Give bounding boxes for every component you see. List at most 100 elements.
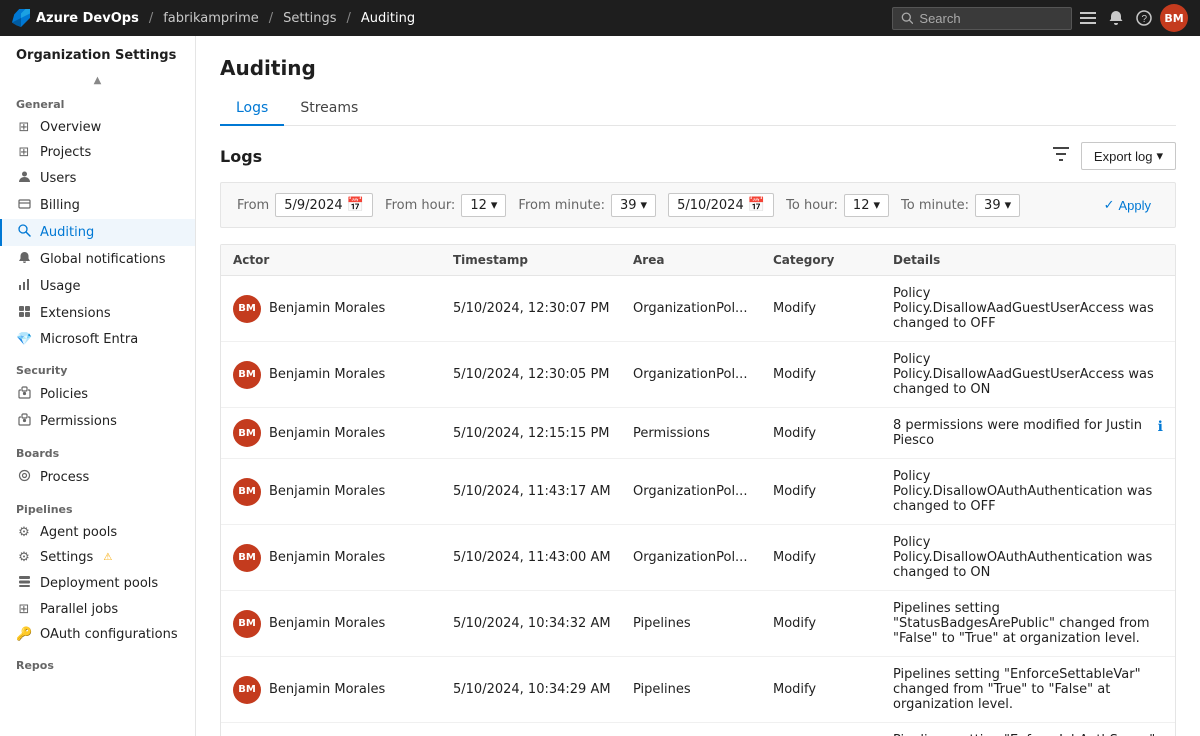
- to-date-value: 5/10/2024: [677, 198, 744, 213]
- export-chevron-icon: ▾: [1156, 148, 1163, 164]
- to-hour-label: To hour:: [786, 198, 838, 213]
- oauth-configurations-icon: 🔑: [16, 627, 32, 642]
- sidebar-item-process[interactable]: Process: [0, 464, 195, 491]
- to-minute-picker[interactable]: 39 ▾: [975, 194, 1020, 217]
- actor-name: Benjamin Morales: [269, 484, 385, 499]
- sidebar-item-policies[interactable]: Policies: [0, 381, 195, 408]
- sidebar-section-boards: Boards Process: [0, 439, 195, 491]
- actor-cell: BM Benjamin Morales: [233, 676, 453, 704]
- th-actor: Actor: [233, 253, 453, 267]
- avatar: BM: [233, 295, 261, 323]
- topbar-sep1: /: [147, 11, 155, 26]
- sidebar-item-parallel-jobs[interactable]: ⊞ Parallel jobs: [0, 597, 195, 622]
- sidebar-item-label: Overview: [40, 120, 101, 135]
- table-row: BM Benjamin Morales 5/10/2024, 12:30:05 …: [221, 342, 1175, 408]
- sidebar-item-billing[interactable]: Billing: [0, 192, 195, 219]
- sidebar-item-label: Process: [40, 470, 89, 485]
- sidebar-item-oauth-configurations[interactable]: 🔑 OAuth configurations: [0, 622, 195, 647]
- sidebar-section-pipelines: Pipelines ⚙ Agent pools ⚙ Settings ⚠ Dep…: [0, 495, 195, 647]
- sidebar-section-general: General ⊞ Overview ⊞ Projects Users Bill…: [0, 90, 195, 352]
- avatar: BM: [233, 676, 261, 704]
- sidebar-item-settings[interactable]: ⚙ Settings ⚠: [0, 545, 195, 570]
- table-row: BM Benjamin Morales 5/10/2024, 10:34:32 …: [221, 591, 1175, 657]
- sidebar-item-label: Auditing: [40, 225, 94, 240]
- category-cell: Modify: [773, 301, 893, 316]
- from-hour-picker[interactable]: 12 ▾: [461, 194, 506, 217]
- main-header: Auditing Logs Streams: [196, 36, 1200, 126]
- th-timestamp: Timestamp: [453, 253, 633, 267]
- logs-header: Logs Export log ▾: [220, 142, 1176, 170]
- help-button[interactable]: ?: [1132, 6, 1156, 30]
- table-body: BM Benjamin Morales 5/10/2024, 12:30:07 …: [221, 276, 1175, 736]
- sidebar-item-label: Deployment pools: [40, 576, 158, 591]
- tab-streams[interactable]: Streams: [284, 92, 374, 126]
- apply-checkmark: ✓: [1104, 197, 1115, 213]
- filter-button[interactable]: [1049, 143, 1073, 170]
- sidebar-item-auditing[interactable]: Auditing: [0, 219, 195, 246]
- search-input[interactable]: [919, 11, 1063, 26]
- azure-devops-logo[interactable]: Azure DevOps: [12, 9, 139, 27]
- from-hour-label: From hour:: [385, 198, 455, 213]
- from-hour-chevron: ▾: [491, 198, 498, 213]
- sidebar-item-projects[interactable]: ⊞ Projects: [0, 140, 195, 165]
- category-cell: Modify: [773, 550, 893, 565]
- list-view-button[interactable]: [1076, 6, 1100, 30]
- sidebar-item-label: Parallel jobs: [40, 602, 118, 617]
- sidebar-item-label: Global notifications: [40, 252, 165, 267]
- sidebar-item-label: Usage: [40, 279, 81, 294]
- from-minute-picker[interactable]: 39 ▾: [611, 194, 656, 217]
- to-date-picker[interactable]: 5/10/2024 📅: [668, 193, 774, 217]
- sidebar-item-agent-pools[interactable]: ⚙ Agent pools: [0, 520, 195, 545]
- area-cell: OrganizationPol...: [633, 301, 773, 316]
- avatar: BM: [233, 544, 261, 572]
- avatar: BM: [233, 478, 261, 506]
- to-hour-picker[interactable]: 12 ▾: [844, 194, 889, 217]
- to-hour-value: 12: [853, 198, 870, 213]
- avatar[interactable]: BM: [1160, 4, 1188, 32]
- table-row: BM Benjamin Morales 5/10/2024, 10:34:28 …: [221, 723, 1175, 736]
- details-text: Policy Policy.DisallowOAuthAuthenticatio…: [893, 535, 1163, 580]
- sidebar-item-users[interactable]: Users: [0, 165, 195, 192]
- filter-to-minute-group: To minute: 39 ▾: [901, 194, 1020, 217]
- actor-name: Benjamin Morales: [269, 682, 385, 697]
- info-icon[interactable]: ℹ: [1158, 419, 1163, 435]
- to-calendar-icon[interactable]: 📅: [748, 197, 765, 213]
- timestamp-cell: 5/10/2024, 11:43:00 AM: [453, 550, 633, 565]
- export-log-button[interactable]: Export log ▾: [1081, 142, 1176, 170]
- sidebar-item-deployment-pools[interactable]: Deployment pools: [0, 570, 195, 597]
- sidebar-item-permissions[interactable]: Permissions: [0, 408, 195, 435]
- th-area: Area: [633, 253, 773, 267]
- sidebar-section-label-boards: Boards: [0, 439, 195, 464]
- sidebar-item-global-notifications[interactable]: Global notifications: [0, 246, 195, 273]
- permissions-icon: [16, 413, 32, 430]
- details-text: Policy Policy.DisallowAadGuestUserAccess…: [893, 352, 1163, 397]
- topbar-org[interactable]: fabrikamprime: [163, 11, 259, 26]
- filter-to-hour-group: To hour: 12 ▾: [786, 194, 889, 217]
- apply-button[interactable]: ✓ Apply: [1096, 193, 1159, 217]
- sidebar-item-usage[interactable]: Usage: [0, 273, 195, 300]
- from-hour-value: 12: [470, 198, 487, 213]
- topbar-settings-link[interactable]: Settings: [283, 11, 336, 26]
- category-cell: Modify: [773, 616, 893, 631]
- overview-icon: ⊞: [16, 120, 32, 135]
- sidebar-item-overview[interactable]: ⊞ Overview: [0, 115, 195, 140]
- timestamp-cell: 5/10/2024, 12:30:07 PM: [453, 301, 633, 316]
- area-cell: OrganizationPol...: [633, 367, 773, 382]
- from-calendar-icon[interactable]: 📅: [347, 197, 364, 213]
- filter-bar: From 5/9/2024 📅 From hour: 12 ▾ From min…: [220, 182, 1176, 228]
- tab-logs[interactable]: Logs: [220, 92, 284, 126]
- billing-icon: [16, 197, 32, 214]
- from-date-picker[interactable]: 5/9/2024 📅: [275, 193, 373, 217]
- area-cell: Permissions: [633, 426, 773, 441]
- search-box[interactable]: [892, 7, 1072, 30]
- logs-actions: Export log ▾: [1049, 142, 1176, 170]
- actor-cell: BM Benjamin Morales: [233, 544, 453, 572]
- settings-warning-icon: ⚠: [103, 552, 112, 563]
- sidebar-item-label: Policies: [40, 387, 88, 402]
- deployment-pools-icon: [16, 575, 32, 592]
- sidebar-item-extensions[interactable]: Extensions: [0, 300, 195, 327]
- sidebar-item-microsoft-entra[interactable]: 💎 Microsoft Entra: [0, 327, 195, 352]
- layout: Organization Settings ▲ General ⊞ Overvi…: [0, 36, 1200, 736]
- sidebar-scroll-up[interactable]: ▲: [0, 71, 195, 90]
- notification-button[interactable]: [1104, 6, 1128, 30]
